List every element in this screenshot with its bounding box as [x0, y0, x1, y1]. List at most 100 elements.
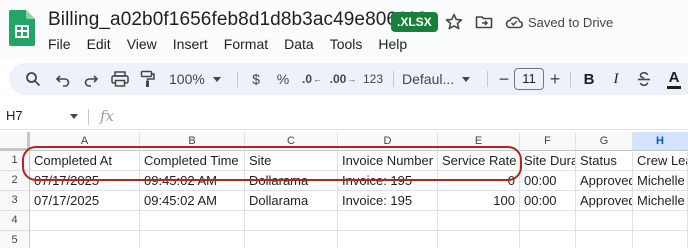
cell-e1[interactable]: Service Rate: [438, 151, 520, 171]
cell-a3[interactable]: 07/17/2025: [30, 191, 140, 211]
column-header-c[interactable]: C: [245, 132, 338, 151]
cell-f2[interactable]: 00:00: [520, 171, 576, 191]
cell-b5[interactable]: [140, 231, 245, 248]
cell-e2[interactable]: 0: [438, 171, 520, 191]
strikethrough-button[interactable]: [635, 69, 653, 89]
percent-format-button[interactable]: %: [275, 69, 291, 89]
cell-d4[interactable]: [338, 211, 438, 231]
cell-e5[interactable]: [438, 231, 520, 248]
toolbar-divider: [487, 71, 488, 87]
cell-f4[interactable]: [520, 211, 576, 231]
menu-view[interactable]: View: [119, 35, 165, 53]
cell-c5[interactable]: [245, 231, 338, 248]
cell-d3[interactable]: Invoice: 195: [338, 191, 438, 211]
toolbar-divider: [570, 71, 571, 87]
print-button[interactable]: [110, 69, 130, 89]
cloud-done-icon[interactable]: [504, 12, 524, 32]
cell-d2[interactable]: Invoice: 195: [338, 171, 438, 191]
cell-f3[interactable]: 00:00: [520, 191, 576, 211]
row-header-5[interactable]: 5: [0, 231, 30, 248]
cell-g3[interactable]: Approved: [576, 191, 633, 211]
column-header-f[interactable]: F: [520, 132, 576, 151]
cell-f1[interactable]: Site Durat: [520, 151, 576, 171]
paint-format-icon: [140, 70, 155, 87]
cell-e3[interactable]: 100: [438, 191, 520, 211]
cell-g4[interactable]: [576, 211, 633, 231]
cell-a5[interactable]: [30, 231, 140, 248]
star-icon[interactable]: [444, 12, 464, 32]
cell-c1[interactable]: Site: [245, 151, 338, 171]
row-header-2[interactable]: 2: [0, 171, 30, 191]
cell-a4[interactable]: [30, 211, 140, 231]
chevron-down-icon[interactable]: [70, 114, 78, 119]
menu-file[interactable]: File: [40, 35, 79, 53]
select-all-corner[interactable]: [0, 132, 30, 151]
cell-d5[interactable]: [338, 231, 438, 248]
text-color-button[interactable]: A: [665, 69, 683, 89]
increase-decimal-button[interactable]: .00 →: [329, 69, 357, 89]
redo-button[interactable]: [81, 69, 101, 89]
cell-a1[interactable]: Completed At: [30, 151, 140, 171]
decrease-decimal-button[interactable]: .0 ←: [300, 69, 324, 89]
menu-format[interactable]: Format: [216, 35, 276, 53]
bold-button[interactable]: B: [581, 69, 597, 89]
column-header-b[interactable]: B: [140, 132, 245, 151]
column-header-d[interactable]: D: [338, 132, 438, 151]
cell-b1[interactable]: Completed Time: [140, 151, 245, 171]
menu-data[interactable]: Data: [276, 35, 322, 53]
formula-input[interactable]: [130, 106, 680, 128]
cell-h2[interactable]: Michelle T: [633, 171, 688, 191]
column-header-a[interactable]: A: [30, 132, 140, 151]
cell-a2[interactable]: 07/17/2025: [30, 171, 140, 191]
italic-button[interactable]: I: [608, 69, 624, 89]
cell-h1[interactable]: Crew Lead: [633, 151, 688, 171]
cell-h3[interactable]: Michelle T: [633, 191, 688, 211]
formula-divider: [88, 109, 89, 125]
document-title[interactable]: Billing_a02b0f1656feb8d1d8b3ac49e806118c: [48, 9, 437, 31]
column-header-h[interactable]: H: [633, 132, 688, 151]
cell-c4[interactable]: [245, 211, 338, 231]
cell-c3[interactable]: Dollarama: [245, 191, 338, 211]
print-icon: [111, 71, 129, 87]
cell-g2[interactable]: Approved: [576, 171, 633, 191]
zoom-select[interactable]: 100%: [169, 69, 231, 89]
cell-g1[interactable]: Status: [576, 151, 633, 171]
cell-b3[interactable]: 09:45:02 AM: [140, 191, 245, 211]
row-header-4[interactable]: 4: [0, 211, 30, 231]
font-family-select[interactable]: Defaul...: [402, 69, 482, 89]
cell-e4[interactable]: [438, 211, 520, 231]
row-header-1[interactable]: 1: [0, 151, 30, 171]
cell-b4[interactable]: [140, 211, 245, 231]
cell-f5[interactable]: [520, 231, 576, 248]
decrease-font-size-button[interactable]: −: [497, 69, 511, 89]
menu-help[interactable]: Help: [370, 35, 415, 53]
move-to-folder-icon[interactable]: [474, 12, 494, 32]
cell-b2[interactable]: 09:45:02 AM: [140, 171, 245, 191]
sheets-logo-icon[interactable]: [9, 10, 35, 46]
column-header-g[interactable]: G: [576, 132, 633, 151]
toolbar-divider: [237, 71, 238, 87]
file-type-badge: .XLSX: [391, 12, 438, 32]
cell-h4[interactable]: [633, 211, 688, 231]
cell-g5[interactable]: [576, 231, 633, 248]
increase-font-size-button[interactable]: +: [548, 69, 562, 89]
cell-c2[interactable]: Dollarama: [245, 171, 338, 191]
undo-icon: [55, 75, 70, 87]
menu-tools[interactable]: Tools: [322, 35, 371, 53]
menu-insert[interactable]: Insert: [165, 35, 216, 53]
font-size-input[interactable]: 11: [514, 68, 544, 90]
undo-button[interactable]: [53, 69, 73, 89]
menu-bar: File Edit View Insert Format Data Tools …: [40, 35, 415, 53]
row-header-3[interactable]: 3: [0, 191, 30, 211]
currency-format-button[interactable]: $: [249, 69, 263, 89]
paint-format-button[interactable]: [138, 69, 158, 89]
title-bar: Billing_a02b0f1656feb8d1d8b3ac49e806118c…: [0, 0, 688, 58]
name-box[interactable]: H7: [6, 108, 23, 123]
search-menus-button[interactable]: [23, 69, 43, 89]
menu-edit[interactable]: Edit: [79, 35, 119, 53]
more-formats-button[interactable]: 123: [361, 69, 385, 89]
cell-d1[interactable]: Invoice Number: [338, 151, 438, 171]
column-header-e[interactable]: E: [438, 132, 520, 151]
save-status: Saved to Drive: [528, 15, 614, 30]
cell-h5[interactable]: [633, 231, 688, 248]
